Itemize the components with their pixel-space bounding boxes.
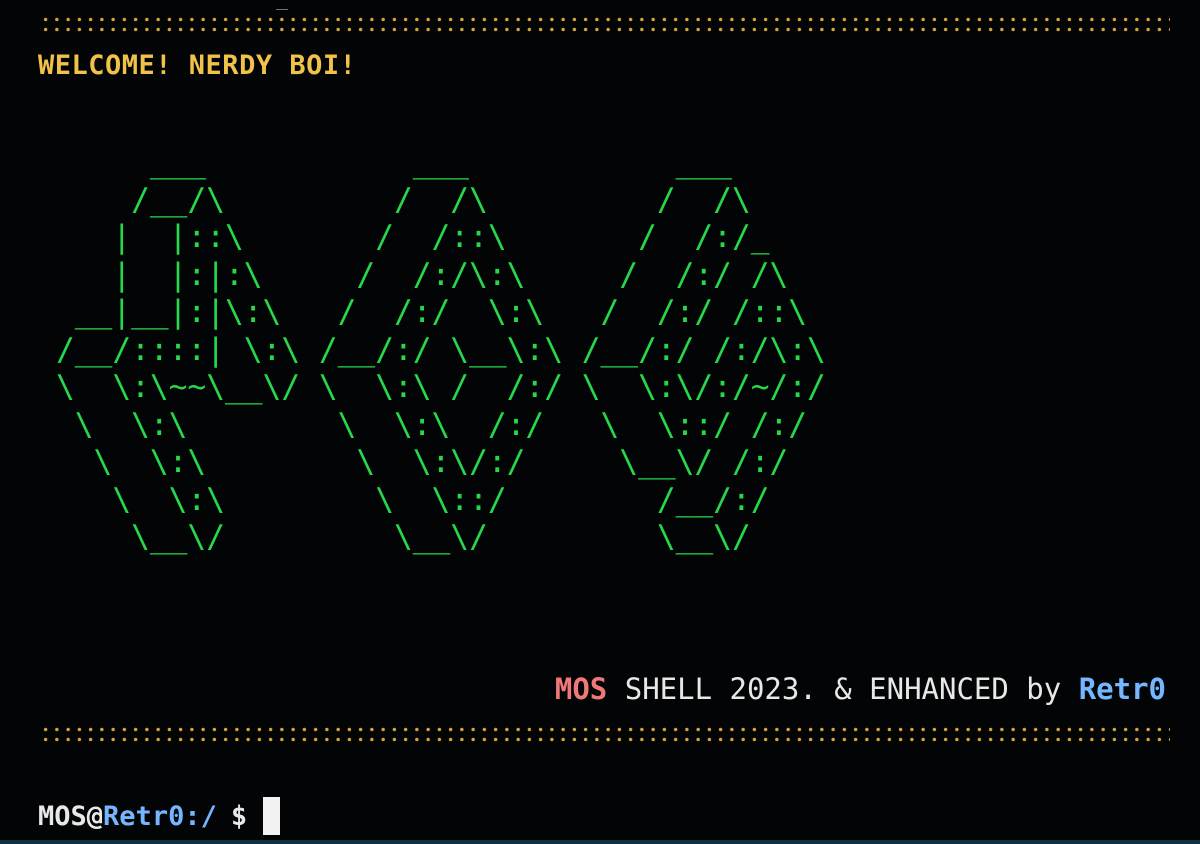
credits-brand: MOS: [554, 672, 608, 706]
prompt-separator: :: [184, 800, 201, 832]
terminal-window[interactable]: _ WELCOME! NERDY BOI! ___ ___ ___ /__/\ …: [0, 0, 1200, 844]
dotted-divider-bottom: [40, 726, 1170, 746]
prompt-at: @: [86, 800, 104, 832]
welcome-message: WELCOME! NERDY BOI!: [38, 50, 357, 81]
mos-ascii-logo: ___ ___ ___ /__/\ / /\ / /\ | |::\ / /::…: [56, 144, 826, 555]
dotted-divider-top: [40, 16, 1170, 36]
shell-credits: MOS SHELL 2023. & ENHANCED by Retr0: [555, 672, 1166, 706]
prompt-host: Retr0: [103, 800, 185, 832]
text-cursor[interactable]: [263, 797, 281, 835]
prompt-path: /: [200, 800, 217, 832]
prompt-user: MOS: [38, 800, 87, 832]
prompt-symbol: $: [230, 800, 248, 832]
credits-text: SHELL 2023. & ENHANCED by: [607, 672, 1079, 706]
window-bottom-border: [0, 840, 1200, 844]
credits-author: Retr0: [1078, 672, 1166, 706]
command-prompt[interactable]: MOS @ Retr0: / $: [38, 796, 281, 836]
top-edge-glyph: _: [276, 0, 288, 10]
